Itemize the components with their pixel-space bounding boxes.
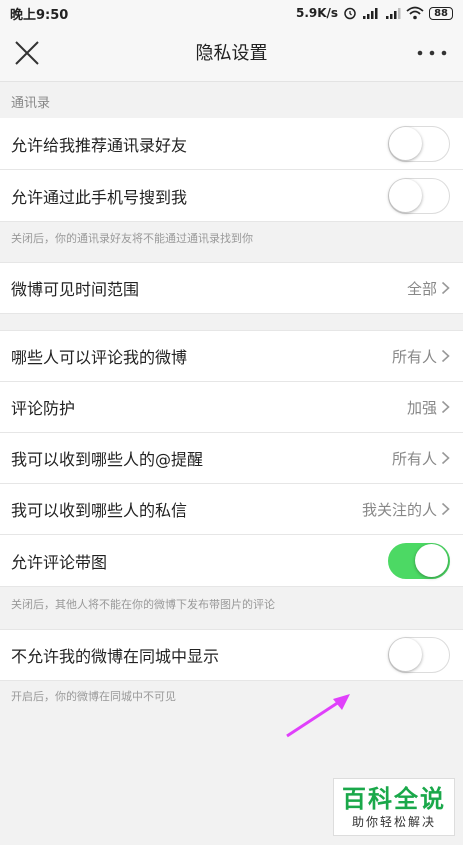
- row-value: 全部: [407, 278, 450, 299]
- row-value: 所有人: [392, 346, 450, 367]
- private-msg-value: 我关注的人: [361, 500, 437, 519]
- row-label: 哪些人可以评论我的微博: [11, 348, 188, 367]
- status-bar: 晚上9:50 5.9K/s 88: [0, 0, 463, 26]
- row-comment-image[interactable]: 允许评论带图: [0, 535, 463, 587]
- section-header-contacts: 通讯录: [0, 90, 463, 118]
- row-label: 不允许我的微博在同城中显示: [11, 647, 220, 666]
- chevron-right-icon: [441, 400, 450, 414]
- row-label: 允许给我推荐通讯录好友: [11, 135, 188, 155]
- chevron-right-icon: [441, 451, 450, 465]
- row-private-msg[interactable]: 我可以收到哪些人的私信 我关注的人: [0, 484, 463, 535]
- chevron-right-icon: [441, 281, 450, 295]
- wifi-icon: [406, 6, 424, 20]
- signal-icon: [386, 8, 401, 19]
- row-hide-in-city[interactable]: 不允许我的微博在同城中显示: [0, 629, 463, 681]
- chevron-right-icon: [441, 502, 450, 516]
- row-label: 我可以收到哪些人的@提醒: [11, 450, 204, 469]
- comment-protect-value: 加强: [406, 398, 437, 417]
- toggle-knob: [389, 638, 422, 671]
- find-by-phone-toggle[interactable]: [388, 177, 450, 214]
- row-recommend-contacts[interactable]: 允许给我推荐通讯录好友: [0, 118, 463, 170]
- row-label: 允许评论带图: [11, 552, 108, 572]
- chevron-right-icon: [441, 349, 450, 363]
- alarm-icon: [344, 7, 356, 20]
- status-time: 晚上9:50: [10, 7, 69, 23]
- signal-hd-icon: [363, 8, 378, 19]
- net-speed: 5.9K/s: [295, 6, 339, 20]
- row-label: 我可以收到哪些人的私信: [11, 501, 188, 520]
- comment-image-note: 关闭后，其他人将不能在你的微博下发布带图片的评论: [11, 598, 275, 611]
- battery-icon: 88: [429, 6, 453, 20]
- recommend-contacts-toggle[interactable]: [388, 125, 450, 162]
- row-who-can-comment[interactable]: 哪些人可以评论我的微博 所有人: [0, 330, 463, 382]
- row-visible-range[interactable]: 微博可见时间范围 全部: [0, 262, 463, 314]
- row-label: 微博可见时间范围: [11, 280, 140, 299]
- row-label: 评论防护: [11, 399, 76, 418]
- row-value: 所有人: [392, 448, 450, 469]
- more-icon[interactable]: [415, 40, 449, 66]
- row-mention[interactable]: 我可以收到哪些人的@提醒 所有人: [0, 433, 463, 484]
- toggle-knob: [389, 178, 422, 212]
- toggle-knob: [389, 126, 422, 160]
- mention-value: 所有人: [391, 449, 437, 468]
- who-can-comment-value: 所有人: [391, 347, 437, 366]
- hide-in-city-toggle[interactable]: [388, 637, 450, 673]
- nav-bar: 隐私设置: [0, 26, 463, 82]
- annotation-arrow-icon: [286, 694, 350, 738]
- watermark-subtitle: 助你轻松解决: [351, 814, 436, 829]
- row-comment-protect[interactable]: 评论防护 加强: [0, 382, 463, 433]
- comment-image-toggle[interactable]: [388, 542, 450, 579]
- watermark-title: 百科全说: [342, 784, 446, 813]
- watermark-logo: 百科全说 助你轻松解决: [333, 778, 455, 836]
- row-find-by-phone[interactable]: 允许通过此手机号搜到我: [0, 170, 463, 222]
- status-right: 5.9K/s 88: [296, 6, 453, 20]
- contacts-note: 关闭后，你的通讯录好友将不能通过通讯录找到你: [11, 232, 253, 245]
- page-title: 隐私设置: [195, 43, 268, 64]
- row-value: 加强: [407, 397, 450, 418]
- toggle-knob: [415, 543, 448, 577]
- row-label: 允许通过此手机号搜到我: [11, 187, 188, 207]
- visible-range-value: 全部: [406, 279, 437, 298]
- row-value: 我关注的人: [362, 499, 450, 520]
- city-note: 开启后，你的微博在同城中不可见: [11, 690, 176, 703]
